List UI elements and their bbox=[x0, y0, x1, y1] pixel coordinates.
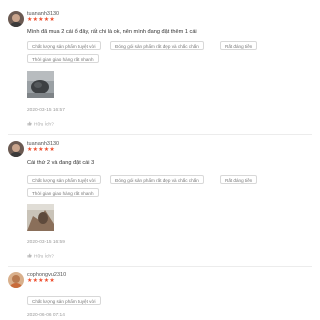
review-timestamp: 2020-06-06 07:14 bbox=[27, 313, 65, 318]
review-tag: Thời gian giao hàng rất nhanh bbox=[27, 188, 99, 197]
review-photo[interactable] bbox=[27, 71, 54, 98]
review-tag: Đóng gói sản phẩm rất đẹp và chắc chắn bbox=[110, 41, 204, 50]
helpful-label: Hữu Ích? bbox=[34, 254, 54, 260]
helpful-button[interactable]: Hữu Ích? bbox=[27, 121, 54, 129]
divider bbox=[8, 266, 312, 267]
review-timestamp: 2020-03-15 16:57 bbox=[27, 108, 65, 113]
review-tag: Rất đáng tiền bbox=[220, 175, 258, 184]
rating-stars: ★★★★★ bbox=[27, 147, 55, 153]
review-comment: Cái thứ 2 và đang đặt cái 3 bbox=[27, 160, 95, 166]
review-tag: Rất đáng tiền bbox=[220, 41, 258, 50]
helpful-button[interactable]: Hữu Ích? bbox=[27, 253, 54, 261]
avatar[interactable] bbox=[8, 272, 24, 288]
review-tag: Chất lượng sản phẩm tuyệt vời bbox=[27, 175, 101, 184]
review-tag: Chất lượng sản phẩm tuyệt vời bbox=[27, 296, 101, 305]
review-photo-image bbox=[27, 204, 54, 231]
avatar[interactable] bbox=[8, 11, 24, 27]
rating-stars: ★★★★★ bbox=[27, 17, 55, 23]
review-tag: Chất lượng sản phẩm tuyệt vời bbox=[27, 41, 101, 50]
thumbs-up-icon bbox=[27, 121, 32, 126]
thumbs-up-icon bbox=[27, 253, 32, 258]
review-photo[interactable] bbox=[27, 204, 54, 231]
review-tag: Đóng gói sản phẩm rất đẹp và chắc chắn bbox=[110, 175, 204, 184]
rating-stars: ★★★★★ bbox=[27, 278, 55, 284]
review-tag: Thời gian giao hàng rất nhanh bbox=[27, 54, 99, 63]
avatar[interactable] bbox=[8, 141, 24, 157]
helpful-label: Hữu Ích? bbox=[34, 122, 54, 128]
divider bbox=[8, 134, 312, 135]
review-photo-image bbox=[27, 71, 54, 98]
review-comment: Mình đã mua 2 cái ổ đây, rất chi là ok, … bbox=[27, 29, 197, 35]
review-timestamp: 2020-03-15 16:59 bbox=[27, 240, 65, 245]
